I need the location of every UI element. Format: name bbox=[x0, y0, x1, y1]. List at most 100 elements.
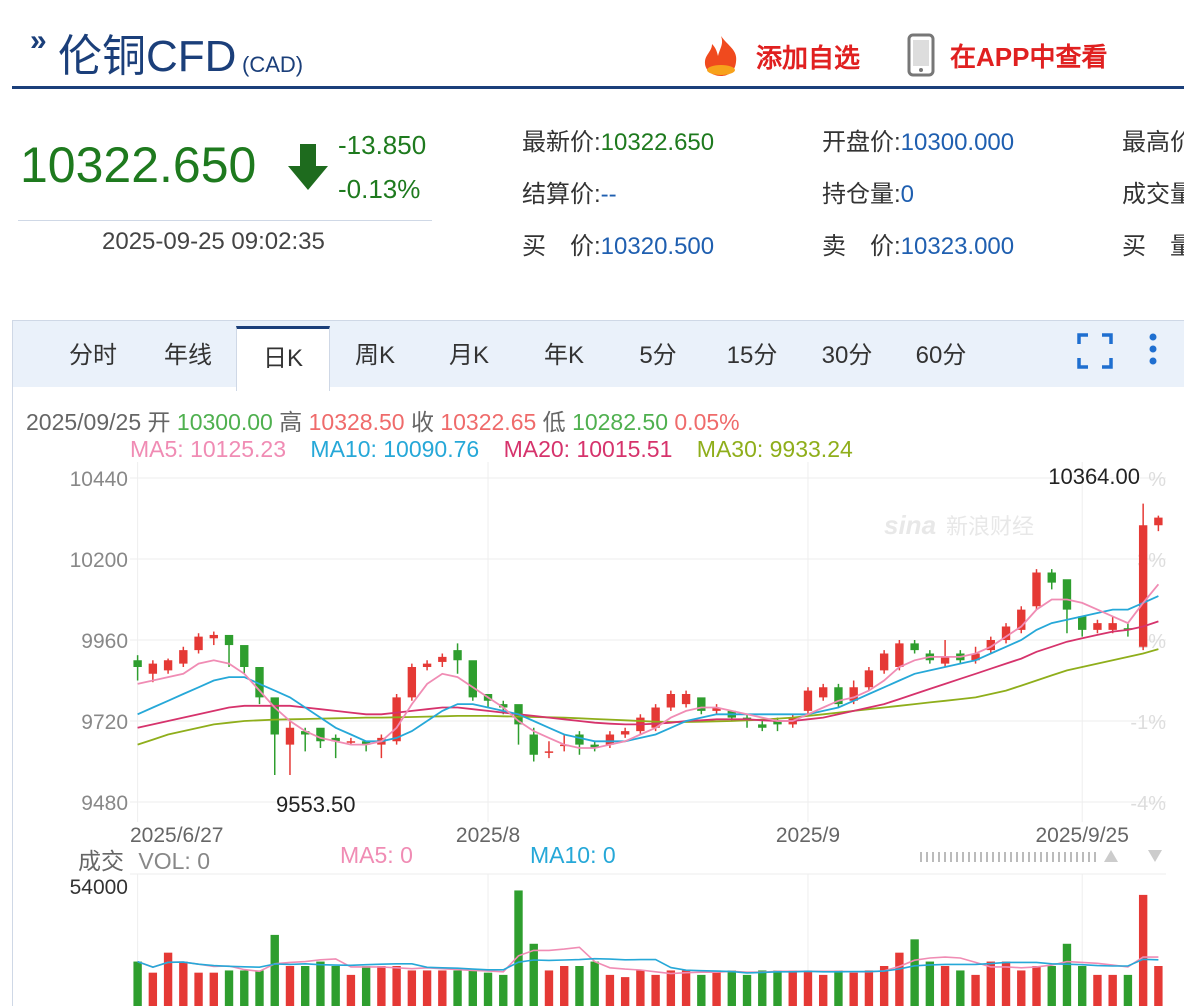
volume-bar bbox=[758, 970, 767, 1006]
volume-bar bbox=[194, 972, 203, 1006]
candle-body bbox=[453, 650, 462, 661]
volume-bar bbox=[910, 939, 919, 1006]
max-price-label: 10364.00 bbox=[1048, 464, 1140, 489]
candle-body bbox=[910, 643, 919, 651]
volume-bar bbox=[1001, 961, 1011, 1006]
volume-bar bbox=[849, 972, 858, 1006]
volume-bar bbox=[148, 972, 158, 1006]
volume-bar bbox=[712, 970, 721, 1006]
volume-bar bbox=[346, 974, 356, 1006]
candle-body bbox=[1078, 616, 1087, 630]
x-tick-label: 2025/9/25 bbox=[1035, 824, 1128, 847]
candle-body bbox=[1062, 579, 1072, 610]
volume-bar bbox=[438, 970, 447, 1006]
volume-bar bbox=[224, 970, 234, 1006]
volume-bar bbox=[681, 970, 691, 1006]
volume-bar bbox=[605, 974, 615, 1006]
y-tick-label: 9480 bbox=[81, 792, 128, 815]
y-tick-label: 10200 bbox=[70, 549, 128, 572]
y-tick-label: 9720 bbox=[81, 711, 128, 734]
volume-bar bbox=[483, 972, 493, 1006]
candle-body bbox=[468, 660, 477, 698]
volume-bar bbox=[1154, 966, 1163, 1006]
volume-bar bbox=[1078, 966, 1087, 1006]
volume-bar bbox=[361, 966, 371, 1006]
candle-body bbox=[529, 734, 538, 755]
volume-bar bbox=[392, 966, 401, 1006]
y-tick-label: 9960 bbox=[81, 630, 128, 653]
candle-body bbox=[179, 650, 188, 664]
candle-body bbox=[1154, 517, 1163, 526]
candle-body bbox=[620, 731, 630, 735]
volume-bar bbox=[316, 961, 325, 1006]
sina-watermark: sina 新浪财经 bbox=[884, 510, 1034, 540]
candle-body bbox=[864, 670, 874, 688]
volume-bar bbox=[803, 970, 813, 1006]
volume-bar bbox=[590, 961, 599, 1006]
volume-bar bbox=[986, 961, 995, 1006]
candle-body bbox=[758, 724, 767, 728]
candle-body bbox=[1138, 525, 1148, 647]
candle-body bbox=[895, 643, 904, 667]
volume-bar bbox=[1047, 966, 1056, 1006]
candle-body bbox=[240, 645, 249, 667]
volume-bar bbox=[422, 970, 432, 1006]
volume-bar bbox=[544, 970, 554, 1006]
x-tick-label: 2025/6/27 bbox=[130, 824, 223, 847]
volume-bar bbox=[956, 970, 965, 1006]
volume-bar bbox=[560, 966, 569, 1006]
volume-bar bbox=[1138, 894, 1148, 1006]
volume-bar bbox=[971, 974, 980, 1006]
volume-bar bbox=[895, 952, 904, 1006]
volume-bar bbox=[163, 952, 173, 1006]
svg-text:sina: sina bbox=[884, 510, 936, 540]
candle-body bbox=[1047, 572, 1056, 583]
volume-bar bbox=[331, 966, 340, 1006]
volume-bar bbox=[407, 970, 417, 1006]
candle-body bbox=[803, 690, 813, 711]
volume-bar bbox=[788, 970, 797, 1006]
volume-bar bbox=[1093, 974, 1102, 1006]
candle-body bbox=[163, 660, 173, 671]
candle-body bbox=[346, 741, 356, 743]
volume-bar bbox=[940, 966, 950, 1006]
volume-bar bbox=[270, 934, 279, 1006]
volume-bar bbox=[1108, 974, 1117, 1006]
volume-bar bbox=[1017, 970, 1026, 1006]
candle-body bbox=[133, 660, 142, 667]
volume-bar bbox=[1032, 966, 1041, 1006]
volume-bar bbox=[620, 977, 630, 1006]
volume-bar bbox=[864, 970, 874, 1006]
x-tick-label: 2025/8 bbox=[456, 824, 520, 847]
candle-body bbox=[194, 636, 203, 651]
candle-body bbox=[575, 734, 584, 745]
candle-body bbox=[148, 663, 158, 674]
volume-bar bbox=[636, 970, 645, 1006]
volume-bar bbox=[240, 970, 249, 1006]
min-price-label: 9553.50 bbox=[276, 792, 356, 817]
svg-text:新浪财经: 新浪财经 bbox=[946, 514, 1034, 539]
pct-tick-label: -1% bbox=[1130, 712, 1166, 734]
candle-body bbox=[1108, 623, 1117, 630]
volume-bar bbox=[879, 966, 889, 1006]
kline-chart: 10440 %10200 3%9960 1%9720 -1%9480 -4% sina 新… bbox=[70, 462, 1166, 1006]
candle-body bbox=[544, 751, 554, 753]
volume-bar bbox=[742, 974, 752, 1006]
candle-body bbox=[819, 687, 828, 698]
volume-bar bbox=[133, 961, 142, 1006]
volume-bar bbox=[453, 970, 462, 1006]
candle-body bbox=[392, 697, 401, 742]
candle-body bbox=[879, 653, 889, 671]
volume-bar bbox=[499, 974, 508, 1006]
volume-bar bbox=[529, 943, 538, 1006]
volume-bar bbox=[1123, 974, 1133, 1006]
volume-bar bbox=[666, 970, 676, 1006]
candle-body bbox=[681, 694, 691, 705]
volume-bar bbox=[819, 974, 828, 1006]
pct-tick-label: % bbox=[1148, 469, 1166, 491]
candle-body bbox=[1032, 572, 1041, 607]
volume-bar bbox=[514, 890, 523, 1006]
candle-body bbox=[666, 694, 676, 708]
candle-body bbox=[209, 634, 218, 639]
candle-body bbox=[940, 656, 950, 664]
